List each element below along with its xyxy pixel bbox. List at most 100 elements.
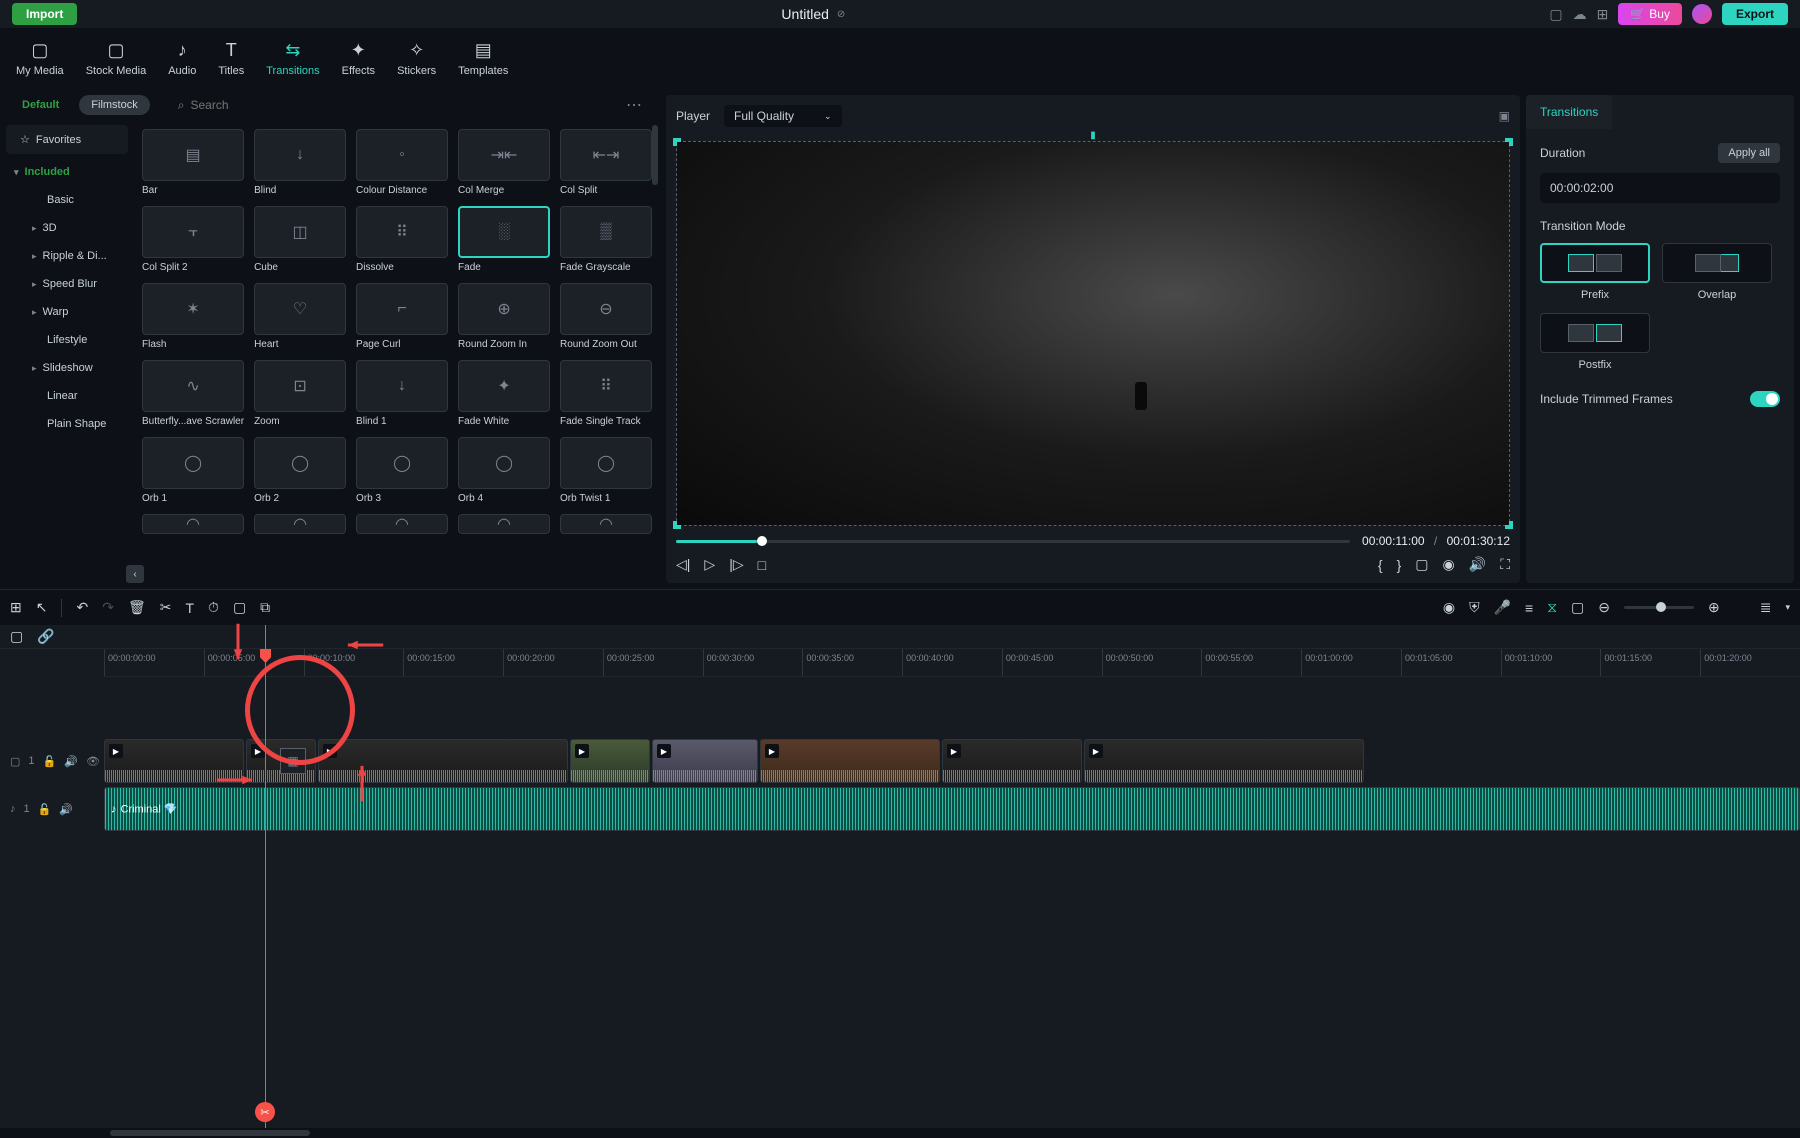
mark-in-icon[interactable]: { — [1378, 557, 1383, 573]
mode-overlap[interactable]: Overlap — [1662, 243, 1772, 301]
duration-field[interactable]: 00:00:02:00 — [1540, 173, 1780, 203]
mute-icon[interactable]: 🔊 — [64, 755, 78, 768]
transition-blind[interactable]: ↓Blind — [254, 129, 346, 196]
avatar[interactable] — [1692, 4, 1712, 24]
color-icon[interactable]: ◉ — [1443, 599, 1455, 616]
tab-transitions[interactable]: ⇆Transitions — [264, 36, 321, 81]
timeline-view-icon[interactable]: ≣ — [1760, 599, 1772, 616]
step-back-icon[interactable]: ◁| — [676, 556, 690, 573]
buy-button[interactable]: 🛒 Buy — [1618, 3, 1682, 25]
crop-icon[interactable]: ▢ — [233, 599, 246, 616]
stop-icon[interactable]: □ — [758, 557, 766, 573]
selection-tool-icon[interactable]: ⊞ — [10, 599, 22, 616]
transition-bar[interactable]: ▤Bar — [142, 129, 244, 196]
apply-all-button[interactable]: Apply all — [1718, 143, 1780, 163]
fullscreen-icon[interactable]: ⛶ — [1500, 556, 1510, 573]
transition-round-zoom-in[interactable]: ⊕Round Zoom In — [458, 283, 550, 350]
mode-postfix[interactable]: Postfix — [1540, 313, 1650, 371]
quality-select[interactable]: Full Quality ⌄ — [724, 105, 842, 127]
scrub-handle[interactable] — [757, 536, 767, 546]
subtab-filmstock[interactable]: Filmstock — [79, 95, 149, 115]
sidebar-item-speed-blur[interactable]: ▸Speed Blur — [0, 270, 134, 298]
track-link-icon[interactable]: 🔗 — [37, 628, 54, 645]
video-preview[interactable]: ▮ — [676, 141, 1510, 526]
transition-orb-1[interactable]: ◯Orb 1 — [142, 437, 244, 504]
sidebar-favorites[interactable]: ☆ Favorites — [6, 125, 128, 154]
volume-icon[interactable]: 🔊 — [1469, 556, 1486, 573]
audio-clip[interactable]: ♪Criminal 💎 — [104, 787, 1800, 831]
transition-on-clip[interactable]: ▦ — [280, 748, 306, 774]
split-icon[interactable]: ✂ — [160, 599, 172, 616]
zoom-handle[interactable] — [1656, 602, 1666, 612]
transition-col-merge[interactable]: ⇥⇤Col Merge — [458, 129, 550, 196]
search-input[interactable] — [190, 98, 345, 112]
scrub-track[interactable] — [676, 540, 1350, 543]
sidebar-item-linear[interactable]: Linear — [0, 382, 134, 410]
text-tool-icon[interactable]: T — [185, 600, 194, 616]
transition-item[interactable]: ◠ — [458, 514, 550, 534]
redo-icon[interactable]: ↷ — [102, 599, 114, 616]
transition-orb-2[interactable]: ◯Orb 2 — [254, 437, 346, 504]
sidebar-item-warp[interactable]: ▸Warp — [0, 298, 134, 326]
sidebar-collapse-button[interactable]: ‹ — [126, 565, 144, 583]
video-clip[interactable]: ▶ — [760, 739, 940, 783]
export-button[interactable]: Export — [1722, 3, 1788, 25]
transition-item[interactable]: ◠ — [254, 514, 346, 534]
zoom-slider[interactable] — [1624, 606, 1694, 609]
more-options-icon[interactable]: ⋯ — [626, 95, 650, 115]
mic-icon[interactable]: 🎤 — [1494, 599, 1511, 616]
include-trimmed-toggle[interactable] — [1750, 391, 1780, 407]
transition-round-zoom-out[interactable]: ⊖Round Zoom Out — [560, 283, 652, 350]
scissor-icon[interactable]: ✂ — [255, 1102, 275, 1122]
inspector-tab-transitions[interactable]: Transitions — [1526, 95, 1612, 129]
tab-stock-media[interactable]: ▢Stock Media — [84, 36, 149, 81]
step-forward-icon[interactable]: |▷ — [729, 556, 743, 573]
undo-icon[interactable]: ↶ — [76, 599, 88, 616]
subtab-default[interactable]: Default — [10, 95, 71, 115]
transition-item[interactable]: ◠ — [142, 514, 244, 534]
import-button[interactable]: Import — [12, 3, 77, 25]
delete-icon[interactable]: 🗑 — [128, 599, 146, 616]
tab-my-media[interactable]: ▢My Media — [14, 36, 66, 81]
display-mode-icon[interactable]: ▢ — [1415, 556, 1428, 573]
visibility-icon[interactable]: 👁 — [86, 755, 100, 768]
transition-flash[interactable]: ✶Flash — [142, 283, 244, 350]
transition-fade-white[interactable]: ✦Fade White — [458, 360, 550, 427]
sidebar-included[interactable]: ▾ Included — [0, 158, 134, 186]
sidebar-item-lifestyle[interactable]: Lifestyle — [0, 326, 134, 354]
transition-dissolve[interactable]: ⠿Dissolve — [356, 206, 448, 273]
transition-butterfly-ave-scrawler[interactable]: ∿Butterfly...ave Scrawler — [142, 360, 244, 427]
transition-fade[interactable]: ░Fade — [458, 206, 550, 273]
zoom-in-icon[interactable]: ⊕ — [1708, 599, 1720, 616]
link-icon[interactable]: ⧉ — [260, 599, 270, 616]
tab-effects[interactable]: ✦Effects — [340, 36, 377, 81]
camera-icon[interactable]: ◉ — [1443, 556, 1455, 573]
horizontal-scrollbar[interactable] — [0, 1128, 1800, 1138]
video-clip[interactable]: ▶ — [942, 739, 1082, 783]
marker-icon[interactable]: ▢ — [1571, 599, 1584, 616]
sidebar-item-basic[interactable]: Basic — [0, 186, 134, 214]
video-clip[interactable]: ▶ — [1084, 739, 1364, 783]
lock-icon[interactable]: 🔓 — [38, 803, 52, 816]
sidebar-item-slideshow[interactable]: ▸Slideshow — [0, 354, 134, 382]
timeline-ruler[interactable]: 00:00:00:0000:00:05:0000:00:10:0000:00:1… — [104, 649, 1800, 677]
mute-icon[interactable]: 🔊 — [59, 803, 73, 816]
track-manage-icon[interactable]: ▢ — [10, 628, 23, 645]
snapshot-settings-icon[interactable]: ▣ — [1499, 109, 1510, 123]
sidebar-item-ripple-di-[interactable]: ▸Ripple & Di... — [0, 242, 134, 270]
transition-page-curl[interactable]: ⌐Page Curl — [356, 283, 448, 350]
sidebar-item-plain-shape[interactable]: Plain Shape — [0, 410, 134, 438]
play-icon[interactable]: ▷ — [704, 556, 715, 573]
video-clip[interactable]: ▶ — [652, 739, 758, 783]
transition-heart[interactable]: ♡Heart — [254, 283, 346, 350]
playhead[interactable]: ✂ — [265, 625, 266, 1128]
timeline-menu-icon[interactable]: ▾ — [1785, 602, 1790, 613]
tab-stickers[interactable]: ✧Stickers — [395, 36, 438, 81]
shield-icon[interactable]: ⛨ — [1469, 599, 1480, 616]
magnet-icon[interactable]: ⧖ — [1547, 599, 1557, 616]
transition-blind-1[interactable]: ↓Blind 1 — [356, 360, 448, 427]
transition-orb-twist-1[interactable]: ◯Orb Twist 1 — [560, 437, 652, 504]
transition-fade-grayscale[interactable]: ▒Fade Grayscale — [560, 206, 652, 273]
tab-titles[interactable]: TTitles — [216, 36, 246, 81]
transition-col-split-2[interactable]: ⫟Col Split 2 — [142, 206, 244, 273]
